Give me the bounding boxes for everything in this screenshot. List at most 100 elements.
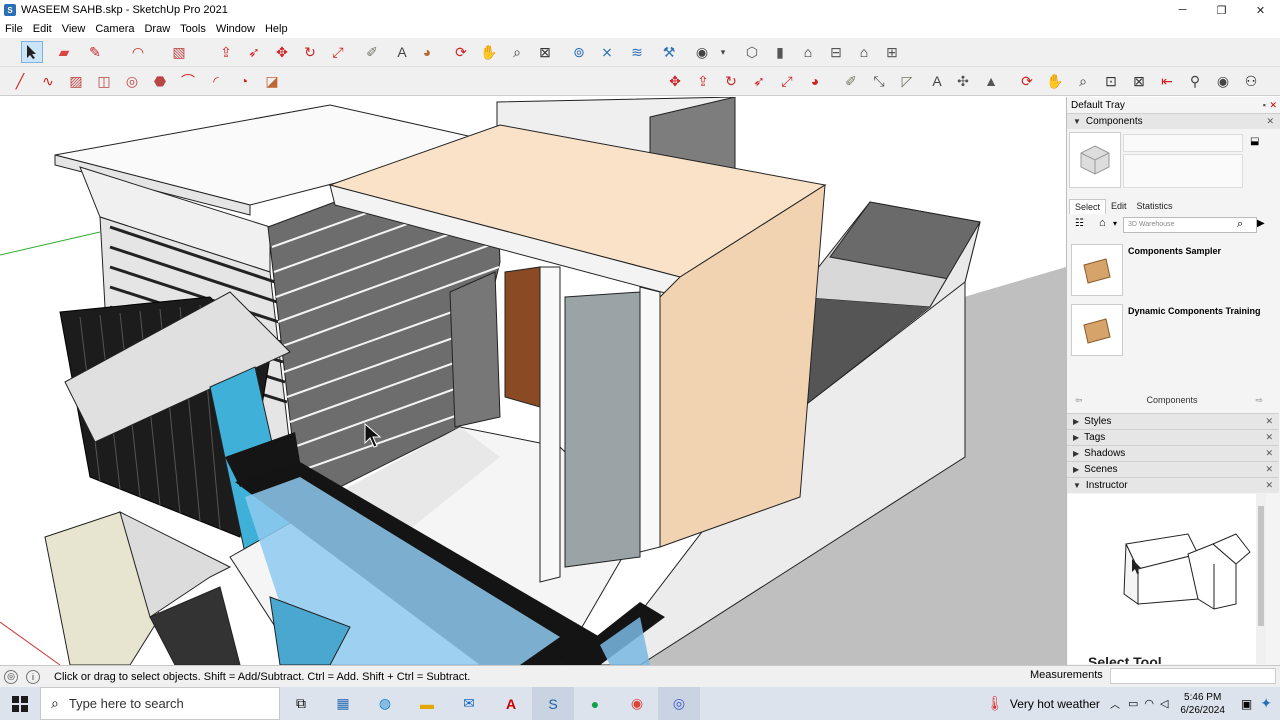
pin-icon[interactable]: ▪	[1263, 100, 1266, 110]
zoom-icon[interactable]: ⌕	[506, 41, 528, 63]
tab-select[interactable]: Select	[1069, 199, 1107, 214]
push-pull-icon[interactable]: ⇪	[215, 41, 237, 63]
weather-text[interactable]: Very hot weather	[1010, 697, 1100, 711]
panel-close-icon[interactable]: ✕	[1266, 116, 1274, 127]
menu-camera[interactable]: Camera	[90, 23, 139, 35]
component-description-field[interactable]	[1123, 154, 1243, 188]
section-styles[interactable]: ▶ Styles ✕	[1067, 413, 1279, 429]
menu-tools[interactable]: Tools	[175, 23, 211, 35]
maximize-button[interactable]: ❐	[1202, 0, 1241, 20]
tape-measure-icon[interactable]: ✐	[361, 41, 383, 63]
forward-arrow-icon[interactable]: ▶	[1257, 218, 1265, 229]
search-icon[interactable]: ⌕	[1237, 218, 1243, 231]
rotate-icon[interactable]: ↻	[299, 41, 321, 63]
component-name-field[interactable]	[1123, 134, 1243, 152]
tab-edit[interactable]: Edit	[1106, 199, 1132, 214]
menu-help[interactable]: Help	[260, 23, 293, 35]
autocad-icon[interactable]: A	[490, 687, 532, 720]
detail-icon[interactable]: ⬓	[1250, 136, 1259, 147]
screen-recorder-icon[interactable]: ◎	[658, 687, 700, 720]
panel-close-icon[interactable]: ✕	[1265, 448, 1273, 459]
arc-3pt-icon[interactable]: ◜	[205, 70, 227, 92]
panel-close-icon[interactable]: ✕	[1265, 432, 1273, 443]
pan-tool-icon[interactable]: ✋	[1044, 70, 1066, 92]
layout-icon[interactable]: ≋	[626, 41, 648, 63]
volume-icon[interactable]: ◁	[1160, 697, 1168, 710]
follow-me-icon[interactable]: ➶	[243, 41, 265, 63]
minimize-button[interactable]: ─	[1163, 0, 1202, 20]
section-scenes[interactable]: ▶ Scenes ✕	[1067, 461, 1279, 477]
rectangle-draw-icon[interactable]: ▨	[65, 70, 87, 92]
follow-me-tool-icon[interactable]: ➶	[748, 70, 770, 92]
move-icon[interactable]: ✥	[271, 41, 293, 63]
geo-location-icon[interactable]: ◎	[4, 669, 18, 684]
taskbar-clock[interactable]: 5:46 PM 6/26/2024	[1180, 691, 1225, 717]
zoom-extents-tool-icon[interactable]: ⊠	[1128, 70, 1150, 92]
menu-file[interactable]: File	[0, 23, 28, 35]
select-tool-icon[interactable]	[21, 41, 43, 63]
left-view-icon[interactable]: ⊞	[881, 41, 903, 63]
pie-icon[interactable]: ◔	[233, 70, 255, 92]
account-dropdown-icon[interactable]: ▾	[712, 41, 734, 63]
view-options-icon[interactable]: ☷	[1075, 218, 1084, 229]
offset-tool-icon[interactable]: ◕	[804, 70, 826, 92]
section-tags[interactable]: ▶ Tags ✕	[1067, 429, 1279, 445]
axes-icon[interactable]: ✣	[952, 70, 974, 92]
iso-view-icon[interactable]: ⬡	[741, 41, 763, 63]
rotated-rectangle-icon[interactable]: ◫	[93, 70, 115, 92]
menu-draw[interactable]: Draw	[139, 23, 175, 35]
rectangle-icon[interactable]: ▧	[168, 41, 190, 63]
pencil-icon[interactable]: ✎	[84, 41, 106, 63]
tape-icon[interactable]: ✐	[840, 70, 862, 92]
edge-icon[interactable]: ◍	[364, 687, 406, 720]
protractor-icon[interactable]: ◸	[896, 70, 918, 92]
user-account-icon[interactable]: ◉	[691, 41, 713, 63]
dimension-icon[interactable]: ⤡	[868, 70, 890, 92]
home-icon[interactable]: ⌂	[1099, 217, 1106, 229]
offset-icon[interactable]: ◪	[261, 70, 283, 92]
scrollbar-thumb[interactable]	[1258, 506, 1264, 626]
panel-close-icon[interactable]: ✕	[1265, 480, 1273, 491]
forward-arrow-icon[interactable]: ⇨	[1255, 395, 1263, 406]
navigation-dropdown-icon[interactable]: ▾	[1113, 219, 1117, 228]
push-pull-tool-icon[interactable]: ⇪	[692, 70, 714, 92]
components-panel-header[interactable]: ▼ Components ✕	[1067, 113, 1280, 129]
arc-icon[interactable]: ◠	[127, 41, 149, 63]
front-view-icon[interactable]: ⌂	[797, 41, 819, 63]
chrome-icon[interactable]: ◉	[616, 687, 658, 720]
line-icon[interactable]: ╱	[9, 70, 31, 92]
onedrive-icon[interactable]: ▭	[1128, 697, 1138, 710]
green-app-icon[interactable]: ●	[574, 687, 616, 720]
previous-view-icon[interactable]: ⇤	[1156, 70, 1178, 92]
panel-close-icon[interactable]: ✕	[1265, 416, 1273, 427]
taskbar-search[interactable]: ⌕ Type here to search	[40, 687, 280, 720]
info-icon[interactable]: i	[26, 669, 40, 684]
walk-icon[interactable]: ⚇	[1240, 70, 1262, 92]
zoom-tool-icon[interactable]: ⌕	[1072, 70, 1094, 92]
rotate-tool-icon[interactable]: ↻	[720, 70, 742, 92]
warehouse-icon[interactable]: ⊚	[568, 41, 590, 63]
tray-close-icon[interactable]: ✕	[1269, 100, 1277, 111]
tray-chevron-icon[interactable]: ︿	[1110, 696, 1120, 711]
section-instructor[interactable]: ▼ Instructor ✕	[1067, 477, 1279, 493]
text-tool-icon[interactable]: A	[926, 70, 948, 92]
menu-view[interactable]: View	[57, 23, 91, 35]
list-item[interactable]: Dynamic Components Training	[1071, 304, 1275, 358]
top-view-icon[interactable]: ▮	[769, 41, 791, 63]
instructor-scrollbar[interactable]	[1256, 494, 1266, 664]
copilot-icon[interactable]: ✦	[1260, 695, 1272, 712]
3d-text-icon[interactable]: ▲	[980, 70, 1002, 92]
model-viewport[interactable]	[0, 97, 1066, 665]
panel-close-icon[interactable]: ✕	[1265, 464, 1273, 475]
freehand-icon[interactable]: ∿	[37, 70, 59, 92]
sketchup-taskbar-icon[interactable]: S	[532, 687, 574, 720]
share-component-icon[interactable]: ⨯	[596, 41, 618, 63]
windows-start-icon[interactable]	[0, 687, 40, 720]
menu-edit[interactable]: Edit	[28, 23, 57, 35]
measurements-input[interactable]	[1110, 668, 1276, 684]
store-icon[interactable]: ▦	[322, 687, 364, 720]
paint-bucket-icon[interactable]: ◕	[416, 41, 438, 63]
pan-icon[interactable]: ✋	[478, 41, 500, 63]
position-camera-icon[interactable]: ⚲	[1184, 70, 1206, 92]
scale-icon[interactable]: ⤢	[327, 41, 349, 63]
